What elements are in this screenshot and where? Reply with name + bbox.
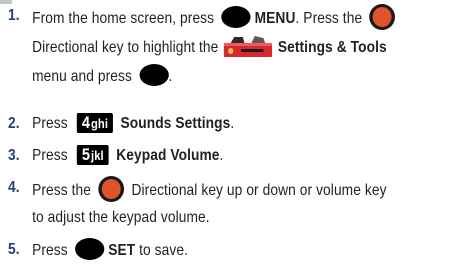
key-5-jkl-icon: 5jkl [76, 145, 109, 165]
step-text: to save. [139, 242, 189, 260]
step-3-line-1: Press 5jkl Keypad Volume. [32, 145, 224, 166]
step-number: 4. [8, 179, 20, 196]
step-1-line-1: From the home screen, press MENU. Press … [32, 4, 396, 32]
step-text: Directional key up or down or volume key [131, 182, 387, 200]
step-text: Press the [32, 182, 91, 200]
step-2-line-1: Press 4ghi Sounds Settings. [32, 113, 235, 134]
step-number: 1. [8, 7, 20, 24]
step-4-line-2: to adjust the keypad volume. [32, 208, 210, 228]
step-text: Press [32, 242, 68, 260]
step-5-line-1: Press SET to save. [32, 238, 189, 262]
step-text: Press [32, 147, 68, 165]
directional-key-icon [98, 176, 125, 202]
step-number: 3. [8, 147, 20, 164]
step-number: 5. [8, 241, 20, 258]
step-text: . Press the [295, 10, 363, 28]
key-letters: jkl [91, 148, 104, 163]
ok-key-icon [139, 64, 169, 86]
settings-tools-label: Settings & Tools [277, 39, 387, 57]
page-edge-mark [0, 0, 12, 4]
key-digit: 4 [81, 113, 91, 132]
instruction-page: 1. From the home screen, press MENU. Pre… [0, 0, 467, 268]
step-4-line-1: Press the Directional key up or down or … [32, 176, 387, 204]
step-1-line-3: menu and press . [32, 64, 173, 88]
menu-label: MENU [254, 10, 296, 28]
settings-tools-icon [222, 34, 274, 58]
step-text: . [219, 147, 224, 165]
step-text: From the home screen, press [32, 10, 215, 28]
step-1-line-2: Directional key to highlight the Setting… [32, 36, 387, 60]
key-digit: 5 [81, 145, 91, 164]
step-text: to adjust the keypad volume. [32, 209, 210, 226]
set-key-icon [75, 238, 105, 260]
step-text: . [230, 115, 235, 133]
step-number: 2. [8, 115, 20, 132]
step-text: Press [32, 115, 68, 133]
directional-key-icon [369, 4, 396, 30]
step-text: . [168, 68, 173, 86]
sounds-settings-label: Sounds Settings [120, 115, 231, 133]
key-letters: ghi [91, 116, 109, 131]
key-4-ghi-icon: 4ghi [76, 113, 114, 133]
set-label: SET [108, 242, 136, 260]
menu-key-icon [221, 6, 251, 28]
keypad-volume-label: Keypad Volume [116, 147, 220, 165]
step-text: menu and press [32, 68, 132, 86]
step-text: Directional key to highlight the [32, 39, 219, 57]
